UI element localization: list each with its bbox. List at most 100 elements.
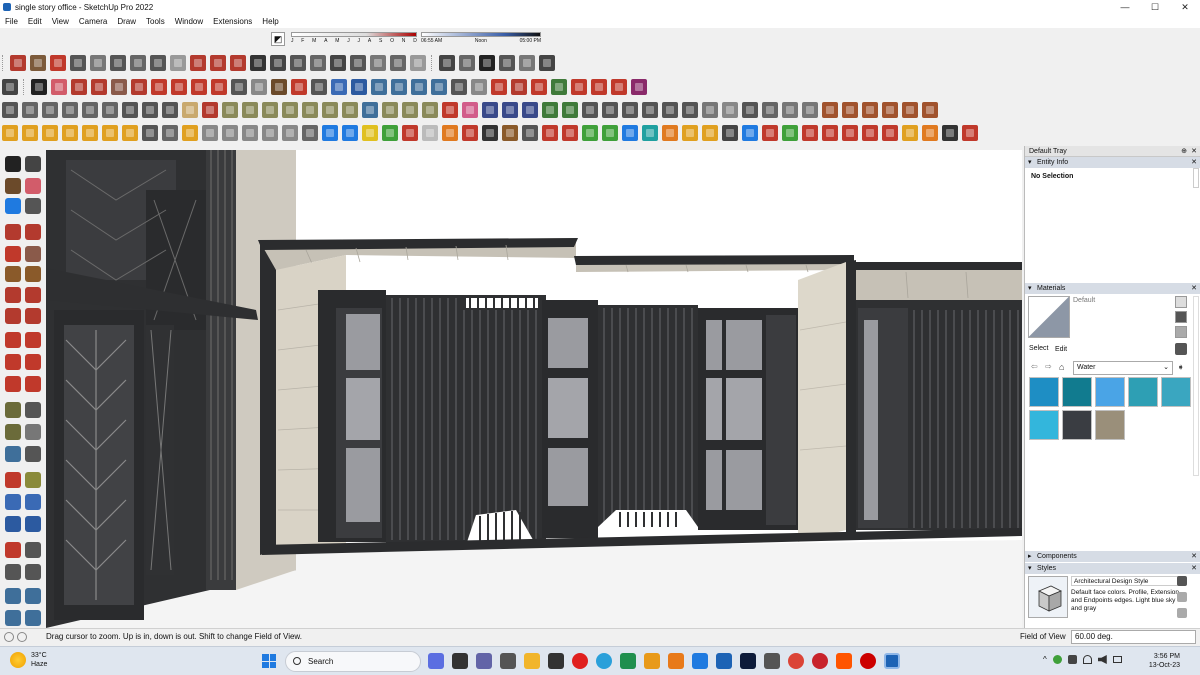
refresh-icon[interactable] [722, 125, 738, 141]
rotate-icon[interactable] [191, 79, 207, 95]
photoshop-icon[interactable] [740, 653, 756, 669]
solid-intersect-icon[interactable] [511, 79, 527, 95]
tag-icon[interactable] [882, 125, 898, 141]
menu-edit[interactable]: Edit [28, 17, 42, 26]
move-red-icon[interactable] [802, 125, 818, 141]
dimension-tool-icon[interactable] [25, 402, 41, 418]
home-materials-icon[interactable]: ⌂ [1059, 362, 1064, 372]
scene-icon[interactable] [742, 102, 758, 118]
material-3-icon[interactable] [862, 102, 878, 118]
copy-red-icon[interactable] [822, 125, 838, 141]
red-arrow-icon[interactable] [962, 125, 978, 141]
pinterest-icon[interactable] [812, 653, 828, 669]
eraser-tool-icon[interactable] [25, 178, 41, 194]
material-library-select[interactable]: Water ⌄ [1073, 361, 1173, 375]
red-square-icon[interactable] [462, 125, 478, 141]
curve-8-icon[interactable] [362, 102, 378, 118]
water-swatch[interactable] [1128, 377, 1158, 407]
materials-header[interactable]: ▾ Materials ✕ [1025, 283, 1200, 294]
pattern-icon[interactable] [270, 55, 286, 71]
sheets-icon[interactable] [620, 653, 636, 669]
iso-view-icon[interactable] [2, 102, 18, 118]
sandbox-smooth-icon[interactable] [471, 79, 487, 95]
pan-icon[interactable] [311, 79, 327, 95]
green-plate-icon[interactable] [382, 125, 398, 141]
water-swatch[interactable] [1095, 410, 1125, 440]
components-close-icon[interactable]: ✕ [1191, 551, 1197, 562]
face-style-icon[interactable] [582, 102, 598, 118]
scale-icon[interactable] [442, 102, 458, 118]
water-swatch[interactable] [1029, 377, 1059, 407]
outer-shell-icon[interactable] [591, 79, 607, 95]
protractor-tool-icon[interactable] [5, 424, 21, 440]
tray-close-icon[interactable]: ✕ [1191, 146, 1197, 157]
curve-6-icon[interactable] [322, 102, 338, 118]
create-material-icon[interactable] [1175, 296, 1187, 308]
weather-widget[interactable]: 33°C Haze [10, 651, 47, 669]
sketchup-viewer-icon[interactable] [716, 653, 732, 669]
taskbar-search[interactable]: Search [285, 651, 421, 672]
pin-icon[interactable]: ⊕ [1181, 146, 1187, 157]
menu-draw[interactable]: Draw [117, 17, 136, 26]
material-5-icon[interactable] [902, 102, 918, 118]
water-swatch[interactable] [1029, 410, 1059, 440]
red-plate-icon[interactable] [402, 125, 418, 141]
stamp-icon[interactable] [110, 55, 126, 71]
position-camera-tool-icon[interactable] [5, 542, 21, 558]
field-of-view-input[interactable]: 60.00 deg. [1071, 630, 1196, 644]
terrain-icon[interactable] [542, 102, 558, 118]
wireframe-icon[interactable] [142, 102, 158, 118]
shadow-time-slider[interactable]: 06:55 AM Noon 05:00 PM [421, 29, 541, 49]
follow-me-icon[interactable] [151, 79, 167, 95]
pencil-tool-icon[interactable] [25, 198, 41, 214]
vscode-icon[interactable] [692, 653, 708, 669]
solid-subtract-icon[interactable] [531, 79, 547, 95]
ies-light-icon[interactable] [122, 125, 138, 141]
menu-tools[interactable]: Tools [146, 17, 165, 26]
zoom-window-tool-icon[interactable] [25, 494, 41, 510]
curve-2-icon[interactable] [242, 102, 258, 118]
style-settings-icon[interactable] [1177, 608, 1187, 618]
yellow-plate-icon[interactable] [362, 125, 378, 141]
rectangle-icon[interactable] [111, 79, 127, 95]
eraser-pink-icon[interactable] [462, 102, 478, 118]
layout-icon[interactable] [411, 79, 427, 95]
curve-7-icon[interactable] [342, 102, 358, 118]
dome-light-icon[interactable] [102, 125, 118, 141]
display-secondary-icon[interactable] [1175, 326, 1187, 338]
search-icon[interactable] [2, 79, 18, 95]
pie-tool-icon[interactable] [25, 308, 41, 324]
compass-icon[interactable] [742, 125, 758, 141]
rectangle-tool-icon[interactable] [5, 246, 21, 262]
shape-icon[interactable] [410, 55, 426, 71]
styles-header[interactable]: ▾ Styles ✕ [1025, 563, 1200, 574]
tray-chevron-icon[interactable]: ^ [1043, 655, 1047, 664]
hatch-icon[interactable] [330, 55, 346, 71]
material-4-icon[interactable] [882, 102, 898, 118]
chrome-icon[interactable] [788, 653, 804, 669]
offset-tool-icon[interactable] [25, 376, 41, 392]
polygon-tool-icon[interactable] [25, 266, 41, 282]
minimize-button[interactable]: — [1110, 0, 1140, 14]
cylinder-icon[interactable] [390, 55, 406, 71]
cross-blue-icon[interactable] [622, 125, 638, 141]
model-viewport[interactable] [46, 150, 1022, 628]
month-slider-track[interactable] [291, 32, 417, 37]
move-icon[interactable] [171, 79, 187, 95]
ruby-console-icon[interactable] [431, 79, 447, 95]
inkscape-icon[interactable] [764, 653, 780, 669]
look-around-tool-icon[interactable] [25, 542, 41, 558]
entity-info-scrollbar[interactable] [1193, 168, 1199, 188]
house-view-icon[interactable] [519, 55, 535, 71]
add-detail-icon[interactable] [130, 55, 146, 71]
light-icon[interactable] [42, 125, 58, 141]
menu-file[interactable]: File [5, 17, 18, 26]
curve-5-icon[interactable] [302, 102, 318, 118]
security-icon[interactable] [1052, 655, 1062, 664]
entity-info-close-icon[interactable]: ✕ [1191, 157, 1197, 168]
zoom-tool-icon[interactable] [5, 494, 21, 510]
sphere-icon[interactable] [370, 55, 386, 71]
black-square-icon[interactable] [482, 125, 498, 141]
sandbox-2-tool-icon[interactable] [25, 588, 41, 604]
menu-camera[interactable]: Camera [79, 17, 107, 26]
